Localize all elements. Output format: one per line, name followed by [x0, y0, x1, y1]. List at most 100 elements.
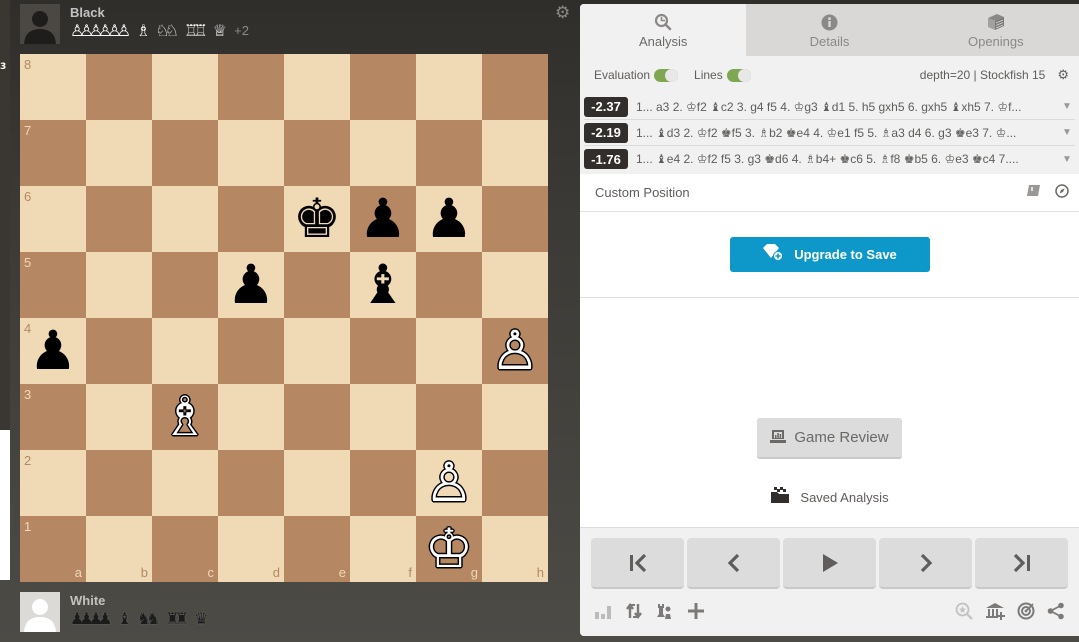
line-moves[interactable]: 1... ♝d3 2. ♔f2 ♚f5 3. ♗b2 ♚e4 4. ♔e1 f5… [636, 126, 1059, 140]
square-a5[interactable]: 5 [20, 252, 86, 318]
avatar[interactable] [20, 4, 60, 44]
compass-icon[interactable] [1055, 184, 1069, 201]
tab-analysis[interactable]: Analysis [580, 4, 747, 56]
square-f5[interactable]: ♝ [350, 252, 416, 318]
square-b1[interactable]: b [86, 516, 152, 582]
engine-line[interactable]: -2.19 1... ♝d3 2. ♔f2 ♚f5 3. ♗b2 ♚e4 4. … [584, 120, 1075, 146]
square-f7[interactable] [350, 120, 416, 186]
player-name[interactable]: White [70, 592, 208, 609]
square-f3[interactable] [350, 384, 416, 450]
square-f6[interactable]: ♟ [350, 186, 416, 252]
square-d2[interactable] [218, 450, 284, 516]
evaluation-toggle[interactable] [654, 68, 679, 82]
square-h3[interactable] [482, 384, 548, 450]
square-b3[interactable] [86, 384, 152, 450]
square-c1[interactable]: c [152, 516, 218, 582]
square-h8[interactable] [482, 54, 548, 120]
square-e7[interactable] [284, 120, 350, 186]
square-a8[interactable]: 8 [20, 54, 86, 120]
white-pawn-piece[interactable]: ♙ [491, 321, 539, 381]
square-a6[interactable]: 6 [20, 186, 86, 252]
black-king-piece[interactable]: ♚ [293, 189, 341, 249]
square-c7[interactable] [152, 120, 218, 186]
square-h5[interactable] [482, 252, 548, 318]
square-b2[interactable] [86, 450, 152, 516]
square-a1[interactable]: 1a [20, 516, 86, 582]
square-d8[interactable] [218, 54, 284, 120]
square-h7[interactable] [482, 120, 548, 186]
share-icon[interactable] [1047, 602, 1065, 625]
flip-board-icon[interactable] [625, 602, 643, 625]
play-button[interactable] [783, 538, 876, 589]
board-settings-gear-icon[interactable]: ⚙ [555, 5, 572, 22]
square-h2[interactable] [482, 450, 548, 516]
square-g6[interactable]: ♟ [416, 186, 482, 252]
white-king-piece[interactable]: ♔ [425, 519, 473, 579]
square-g2[interactable]: ♙ [416, 450, 482, 516]
upgrade-to-save-button[interactable]: Upgrade to Save [729, 237, 930, 272]
black-pawn-piece[interactable]: ♟ [359, 189, 407, 249]
square-g7[interactable] [416, 120, 482, 186]
white-pawn-piece[interactable]: ♙ [425, 453, 473, 513]
square-d4[interactable] [218, 318, 284, 384]
square-f1[interactable]: f [350, 516, 416, 582]
square-c6[interactable] [152, 186, 218, 252]
last-move-button[interactable] [975, 538, 1068, 589]
engine-line[interactable]: -1.76 1... ♝e4 2. ♔f2 f5 3. g3 ♚d6 4. ♗b… [584, 146, 1075, 172]
square-f2[interactable] [350, 450, 416, 516]
square-g5[interactable] [416, 252, 482, 318]
square-e1[interactable]: e [284, 516, 350, 582]
previous-move-button[interactable] [687, 538, 780, 589]
square-e3[interactable] [284, 384, 350, 450]
square-b8[interactable] [86, 54, 152, 120]
square-f8[interactable] [350, 54, 416, 120]
square-e2[interactable] [284, 450, 350, 516]
square-a2[interactable]: 2 [20, 450, 86, 516]
setup-position-icon[interactable] [656, 602, 674, 625]
first-move-button[interactable] [591, 538, 684, 589]
square-b5[interactable] [86, 252, 152, 318]
avatar[interactable] [20, 592, 60, 632]
black-pawn-piece[interactable]: ♟ [425, 189, 473, 249]
square-g1[interactable]: g ♔ [416, 516, 482, 582]
engine-settings-gear-icon[interactable]: ⚙ [1057, 67, 1069, 83]
saved-analysis-link[interactable]: Saved Analysis [770, 487, 889, 507]
line-moves[interactable]: 1... ♝e4 2. ♔f2 f5 3. g3 ♚d6 4. ♗b4+ ♚c6… [636, 152, 1059, 166]
square-g8[interactable] [416, 54, 482, 120]
square-c2[interactable] [152, 450, 218, 516]
square-e6[interactable]: ♚ [284, 186, 350, 252]
square-c8[interactable] [152, 54, 218, 120]
square-h1[interactable]: h [482, 516, 548, 582]
square-e8[interactable] [284, 54, 350, 120]
square-b4[interactable] [86, 318, 152, 384]
chevron-down-icon[interactable]: ▼ [1059, 154, 1075, 165]
square-d7[interactable] [218, 120, 284, 186]
next-move-button[interactable] [879, 538, 972, 589]
square-a4[interactable]: 4 ♟ [20, 318, 86, 384]
square-b7[interactable] [86, 120, 152, 186]
player-name[interactable]: Black [70, 4, 249, 21]
square-g4[interactable] [416, 318, 482, 384]
bar-chart-icon[interactable] [594, 602, 612, 625]
chevron-down-icon[interactable]: ▼ [1059, 127, 1075, 138]
tab-details[interactable]: Details [746, 4, 912, 56]
square-d3[interactable] [218, 384, 284, 450]
target-icon[interactable] [1017, 602, 1035, 625]
black-bishop-piece[interactable]: ♝ [359, 255, 407, 315]
square-c4[interactable] [152, 318, 218, 384]
line-moves[interactable]: 1... a3 2. ♔f2 ♝c2 3. g4 f5 4. ♔g3 ♝d1 5… [636, 100, 1059, 114]
book-icon[interactable] [1026, 184, 1041, 201]
square-e5[interactable] [284, 252, 350, 318]
square-a7[interactable]: 7 [20, 120, 86, 186]
square-b6[interactable] [86, 186, 152, 252]
explore-search-icon[interactable] [955, 602, 973, 625]
square-c3[interactable]: ♗ [152, 384, 218, 450]
black-pawn-piece[interactable]: ♟ [29, 321, 77, 381]
square-h4[interactable]: ♙ [482, 318, 548, 384]
lines-toggle[interactable] [726, 68, 751, 82]
game-review-button[interactable]: Game Review [757, 418, 902, 459]
square-d5[interactable]: ♟ [218, 252, 284, 318]
square-d6[interactable] [218, 186, 284, 252]
engine-line[interactable]: -2.37 1... a3 2. ♔f2 ♝c2 3. g4 f5 4. ♔g3… [584, 94, 1075, 120]
chevron-down-icon[interactable]: ▼ [1059, 101, 1075, 112]
